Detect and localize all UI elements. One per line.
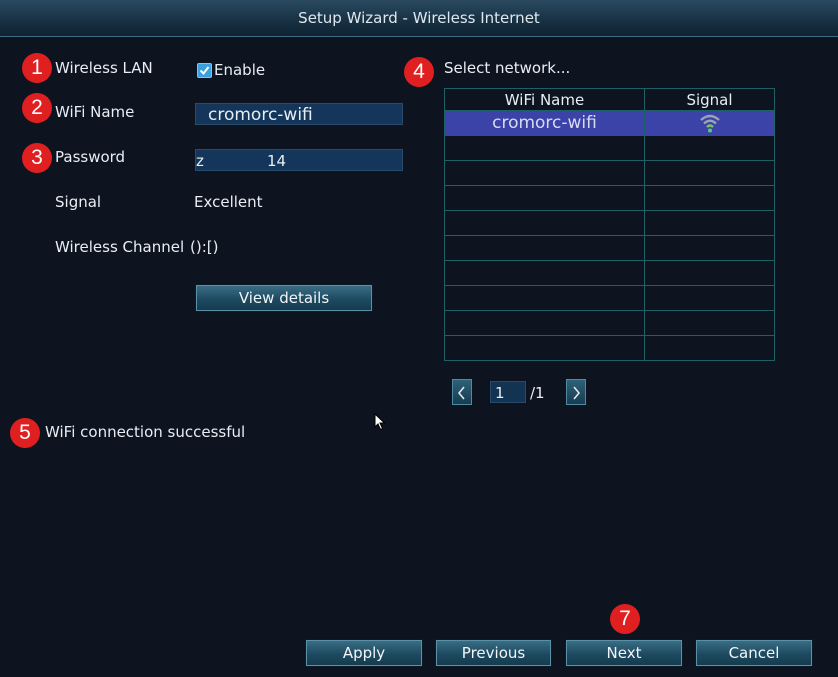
window-title: Setup Wizard - Wireless Internet	[0, 0, 838, 37]
empty-cell	[644, 135, 775, 161]
wifi-name-label: WiFi Name	[55, 103, 135, 121]
marker-4-badge: 4	[404, 57, 434, 87]
marker-3-badge: 3	[22, 143, 52, 173]
empty-cell	[644, 310, 775, 336]
page-total: /1	[530, 384, 545, 402]
network-row-empty	[444, 285, 775, 311]
signal-value: Excellent	[194, 193, 263, 211]
column-header-signal: Signal	[644, 88, 775, 111]
marker-2-badge: 2	[22, 93, 52, 123]
apply-button[interactable]: Apply	[305, 639, 423, 667]
network-row-selected[interactable]: cromorc-wifi	[444, 110, 775, 136]
checkmark-icon	[199, 66, 210, 76]
empty-cell	[444, 185, 645, 211]
empty-cell	[444, 160, 645, 186]
password-input[interactable]: z 14	[195, 149, 403, 171]
chevron-right-icon	[573, 386, 580, 399]
enable-checkbox[interactable]	[197, 63, 212, 78]
wifi-signal-icon	[699, 114, 720, 133]
empty-cell	[644, 260, 775, 286]
empty-cell	[644, 210, 775, 236]
wifi-name-input[interactable]: cromorc-wifi	[195, 103, 403, 125]
empty-cell	[444, 335, 645, 361]
network-row-empty	[444, 160, 775, 186]
marker-5-badge: 5	[10, 418, 40, 448]
cancel-button[interactable]: Cancel	[695, 639, 813, 667]
select-network-title: Select network...	[444, 59, 571, 77]
empty-cell	[444, 135, 645, 161]
network-row-empty	[444, 335, 775, 361]
password-label: Password	[55, 148, 126, 166]
network-table-header: WiFi Name Signal	[444, 88, 775, 111]
empty-cell	[644, 160, 775, 186]
prev-page-button[interactable]	[452, 379, 472, 405]
signal-label: Signal	[55, 193, 102, 211]
password-suffix: 14	[267, 152, 287, 170]
empty-cell	[444, 310, 645, 336]
previous-button[interactable]: Previous	[435, 639, 552, 667]
empty-cell	[444, 235, 645, 261]
mouse-cursor-icon	[374, 413, 386, 431]
enable-label: Enable	[214, 61, 266, 79]
network-row-empty	[444, 310, 775, 336]
column-header-wifi-name: WiFi Name	[444, 88, 645, 111]
next-page-button[interactable]	[566, 379, 586, 405]
network-row-name: cromorc-wifi	[444, 110, 645, 136]
status-message: WiFi connection successful	[45, 423, 246, 441]
chevron-left-icon	[458, 386, 465, 399]
empty-cell	[644, 335, 775, 361]
next-button[interactable]: Next	[565, 639, 683, 667]
marker-7-badge: 7	[610, 604, 640, 634]
empty-cell	[444, 210, 645, 236]
network-row-empty	[444, 135, 775, 161]
network-table: WiFi Name Signal cromorc-wifi	[444, 88, 775, 361]
wireless-lan-label: Wireless LAN	[55, 59, 153, 77]
empty-cell	[444, 260, 645, 286]
network-row-signal	[644, 110, 775, 136]
password-prefix: z	[196, 152, 204, 170]
view-details-button[interactable]: View details	[195, 284, 373, 312]
network-row-empty	[444, 260, 775, 286]
page-number-input[interactable]: 1	[490, 381, 526, 403]
wireless-channel-value: ():[)	[190, 238, 219, 256]
empty-cell	[644, 235, 775, 261]
network-row-empty	[444, 185, 775, 211]
network-row-empty	[444, 210, 775, 236]
marker-1-badge: 1	[22, 53, 52, 83]
empty-cell	[644, 285, 775, 311]
empty-cell	[644, 185, 775, 211]
network-row-empty	[444, 235, 775, 261]
wireless-channel-label: Wireless Channel	[55, 238, 185, 256]
empty-cell	[444, 285, 645, 311]
